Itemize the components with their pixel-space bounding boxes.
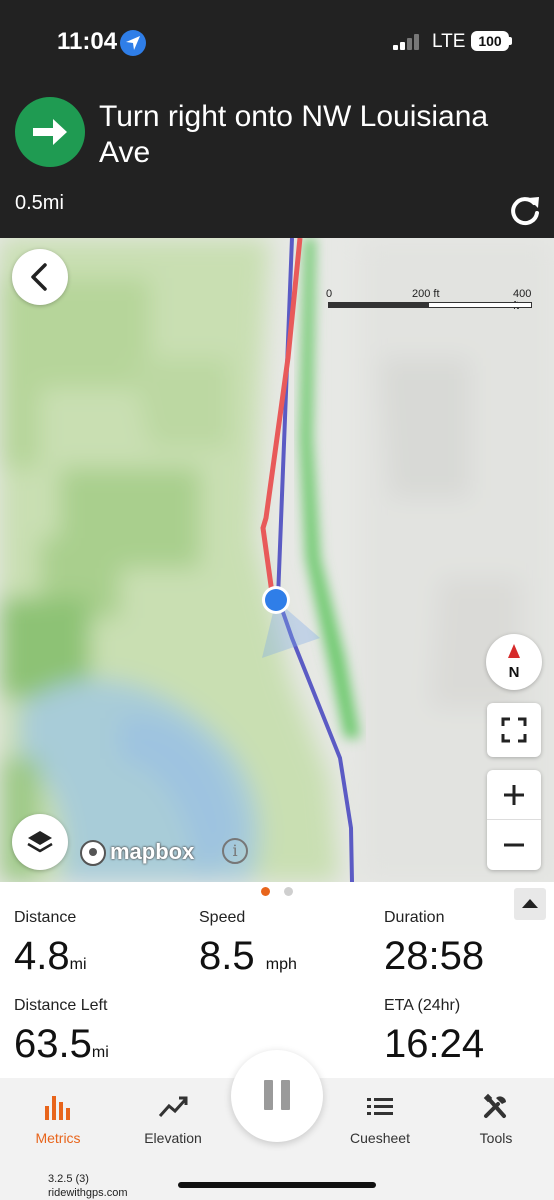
tab-metrics[interactable]: Metrics (8, 1092, 108, 1146)
tab-cuesheet[interactable]: Cuesheet (330, 1092, 430, 1146)
arrow-right-icon (15, 97, 85, 167)
back-button[interactable] (12, 249, 68, 305)
map-scale: 0 200 ft 400 ft (326, 288, 532, 312)
minus-icon (504, 843, 524, 847)
network-label: LTE (432, 31, 466, 52)
location-arrow-icon (120, 30, 146, 56)
zoom-in-button[interactable] (487, 770, 541, 820)
refresh-icon[interactable] (508, 194, 542, 226)
navigation-header: 11:04 LTE 100 Turn right onto NW Louisia… (0, 0, 554, 238)
tab-tools[interactable]: Tools (446, 1092, 546, 1146)
pause-button[interactable] (231, 1050, 323, 1142)
distance-unit: mi (69, 956, 87, 973)
page-dot-active (261, 887, 270, 896)
app-version: 3.2.5 (3) ridewithgps.com (48, 1172, 127, 1200)
map-view[interactable] (0, 238, 554, 882)
tab-elevation-label: Elevation (144, 1130, 202, 1146)
battery-icon: 100 (471, 31, 509, 51)
chevron-left-icon (31, 263, 47, 291)
tab-cuesheet-label: Cuesheet (350, 1130, 410, 1146)
fullscreen-button[interactable] (487, 703, 541, 757)
eta-label: ETA (24hr) (384, 997, 461, 1014)
tools-icon (483, 1093, 506, 1118)
distance-label: Distance (14, 909, 77, 926)
page-dot[interactable] (284, 887, 293, 896)
layers-icon (27, 831, 53, 853)
site-url: ridewithgps.com (48, 1187, 128, 1199)
list-icon (367, 1098, 393, 1115)
scale-label-0: 0 (326, 288, 333, 300)
layers-button[interactable] (12, 814, 68, 870)
status-time: 11:04 (57, 28, 118, 55)
zoom-controls (487, 770, 541, 870)
distance-to-turn: 0.5mi (15, 192, 64, 214)
distance-left-unit: mi (91, 1044, 109, 1061)
speed-label: Speed (199, 909, 246, 926)
scale-label-200: 200 ft (412, 288, 440, 300)
zoom-out-button[interactable] (487, 820, 541, 870)
duration-value: 28:58 (384, 934, 485, 978)
pause-bar-left (264, 1080, 273, 1110)
pause-bar-right (281, 1080, 290, 1110)
compass-button[interactable]: N (486, 634, 542, 690)
distance-value: 4.8mi (14, 934, 87, 987)
scale-label-400: 400 ft (513, 288, 532, 312)
info-icon[interactable]: i (222, 838, 248, 864)
home-indicator (178, 1182, 376, 1188)
plus-icon (504, 785, 524, 805)
battery-tip (509, 37, 512, 45)
distance-number: 4.8 (14, 934, 70, 978)
distance-left-value: 63.5mi (14, 1022, 109, 1075)
bar-chart-icon (45, 1096, 70, 1120)
speed-unit: mph (265, 956, 297, 973)
fullscreen-icon (501, 717, 527, 743)
signal-bars-icon (393, 34, 423, 50)
distance-left-label: Distance Left (14, 997, 108, 1014)
speed-value: 8.5 mph (199, 934, 297, 987)
distance-left-number: 63.5 (14, 1022, 92, 1066)
mapbox-mark-icon (80, 840, 106, 866)
mapbox-wordmark: mapbox (110, 839, 195, 864)
compass-label: N (508, 664, 520, 681)
turn-instruction: Turn right onto NW Louisiana Ave (99, 100, 489, 169)
eta-value: 16:24 (384, 1022, 485, 1066)
map-canvas (0, 238, 554, 882)
collapse-panel-button[interactable] (514, 888, 546, 920)
version-number: 3.2.5 (3) (48, 1173, 89, 1185)
current-position-marker (265, 589, 287, 611)
scale-bar (328, 302, 532, 308)
tab-elevation[interactable]: Elevation (123, 1092, 223, 1146)
trend-line-icon (158, 1096, 188, 1118)
tab-tools-label: Tools (479, 1130, 513, 1146)
duration-label: Duration (384, 909, 445, 926)
tab-metrics-label: Metrics (35, 1130, 81, 1146)
speed-number: 8.5 (199, 934, 255, 978)
